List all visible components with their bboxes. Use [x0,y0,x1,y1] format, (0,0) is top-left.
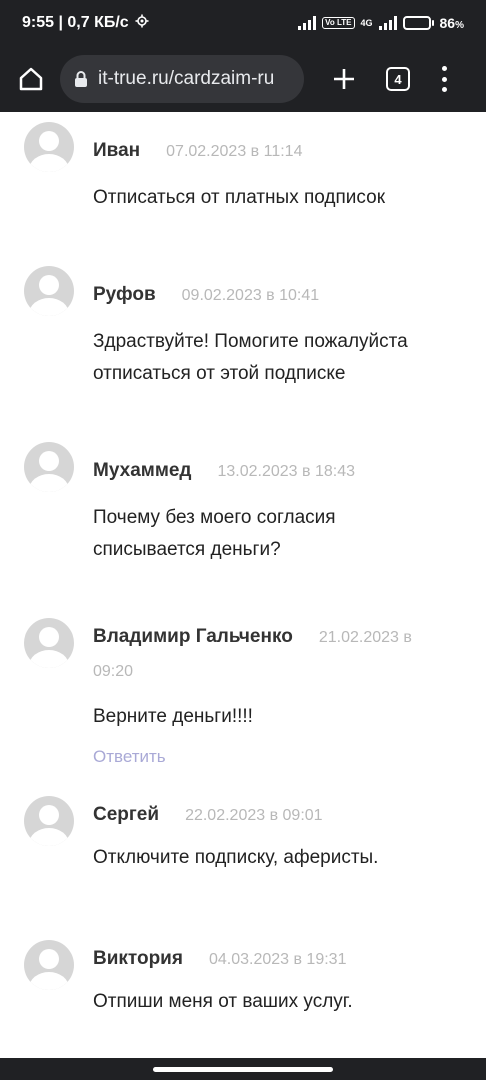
battery-unit: % [455,20,464,31]
comment-date: 09.02.2023 в 10:41 [181,287,320,304]
home-icon [19,67,43,91]
gesture-nav-bar [0,1058,486,1080]
comment-text: Отпиши меня от ваших услуг. [93,991,353,1012]
comment-text: Здраствуйте! Помогите пожалуйста отписат… [93,331,408,384]
tab-switcher-button[interactable]: 4 [386,67,410,91]
comment-date: 04.03.2023 в 19:31 [208,951,347,968]
comment-text: Верните деньги!!!! [93,706,253,727]
comment-text: Почему без моего согласия списывается де… [93,507,336,560]
status-bar: 9:55 | 0,7 КБ/с Vo LTE 4G 86% [0,0,486,46]
signal-icon [298,16,317,30]
default-avatar-icon [24,940,74,990]
new-tab-button[interactable] [330,65,358,93]
comment-author: Виктория [93,948,183,969]
default-avatar-icon [24,618,74,668]
address-bar[interactable]: it-true.ru/cardzaim-ru [60,55,304,103]
settings-gear-icon [135,14,149,33]
default-avatar-icon [24,122,74,172]
more-menu-button[interactable] [440,66,448,92]
plus-icon [334,69,354,89]
more-vert-icon-dot [441,76,447,82]
comment-meta: Владимир Гальченко 21.02.2023 в 09:20 [93,620,438,689]
reply-link[interactable]: Ответить [93,747,166,767]
default-avatar-icon [24,266,74,316]
comment-author: Владимир Гальченко [93,626,293,647]
comment-meta: Руфов 09.02.2023 в 10:41 [93,278,438,313]
comment-date: 07.02.2023 в 11:14 [166,143,303,160]
comment-date: 13.02.2023 в 18:43 [217,463,356,480]
status-right: Vo LTE 4G 86% [298,15,464,31]
comment-meta: Иван 07.02.2023 в 11:14 [93,134,438,169]
more-vert-icon-dot [441,66,447,71]
comment-text: Отключите подписку, аферисты. [93,847,379,868]
comment-date: 22.02.2023 в 09:01 [185,807,323,824]
lock-icon [74,70,88,88]
more-vert-icon-dot [441,87,447,92]
battery-icon [402,16,434,30]
default-avatar-icon [24,796,74,846]
battery-percent: 86 [439,15,456,31]
comment-author: Руфов [93,284,156,305]
comment-author: Иван [93,140,141,161]
signal-icon-2 [378,16,397,30]
comment-author: Мухаммед [93,460,192,481]
battery-text: 86% [440,15,464,31]
comment-meta: Сергей 22.02.2023 в 09:01 [93,798,438,833]
network-type: 4G [360,18,373,28]
url-text: it-true.ru/cardzaim-ru [98,68,275,89]
home-button[interactable] [14,62,48,96]
comment-text: Отписаться от платных подписок [93,187,386,208]
comment-meta: Виктория 04.03.2023 в 19:31 [93,942,438,977]
tab-count: 4 [394,71,402,87]
comment-author: Сергей [93,804,160,825]
status-time-speed: 9:55 | 0,7 КБ/с [22,14,129,31]
status-left: 9:55 | 0,7 КБ/с [22,14,149,33]
volte-icon: Vo LTE [322,17,355,29]
comment-meta: Мухаммед 13.02.2023 в 18:43 [93,454,438,489]
browser-toolbar: it-true.ru/cardzaim-ru 4 [0,46,486,112]
default-avatar-icon [24,442,74,492]
home-gesture-handle[interactable] [153,1066,333,1072]
